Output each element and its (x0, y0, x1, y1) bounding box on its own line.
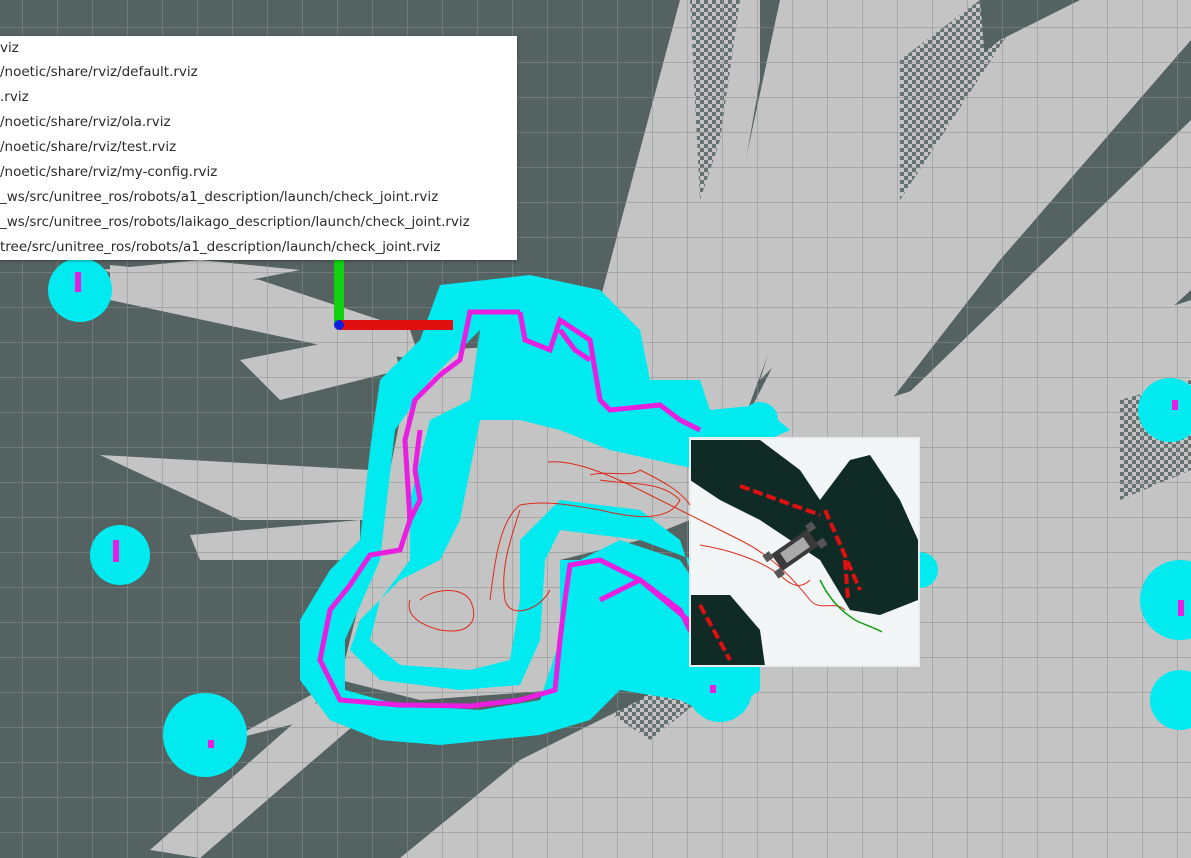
recent-config-item[interactable]: /noetic/share/rviz/ola.rviz (0, 110, 517, 135)
recent-config-item[interactable]: /noetic/share/rviz/test.rviz (0, 135, 517, 160)
recent-config-item[interactable]: .rviz (0, 85, 517, 110)
recent-config-item[interactable]: _ws/src/unitree_ros/robots/laikago_descr… (0, 210, 517, 235)
recent-config-item[interactable]: viz (0, 36, 517, 60)
recent-config-item[interactable]: tree/src/unitree_ros/robots/a1_descripti… (0, 235, 517, 260)
recent-config-item[interactable]: _ws/src/unitree_ros/robots/a1_descriptio… (0, 185, 517, 210)
recent-config-item[interactable]: /noetic/share/rviz/my-config.rviz (0, 160, 517, 185)
recent-config-item[interactable]: /noetic/share/rviz/default.rviz (0, 60, 517, 85)
recent-configs-menu[interactable]: viz /noetic/share/rviz/default.rviz .rvi… (0, 36, 517, 260)
